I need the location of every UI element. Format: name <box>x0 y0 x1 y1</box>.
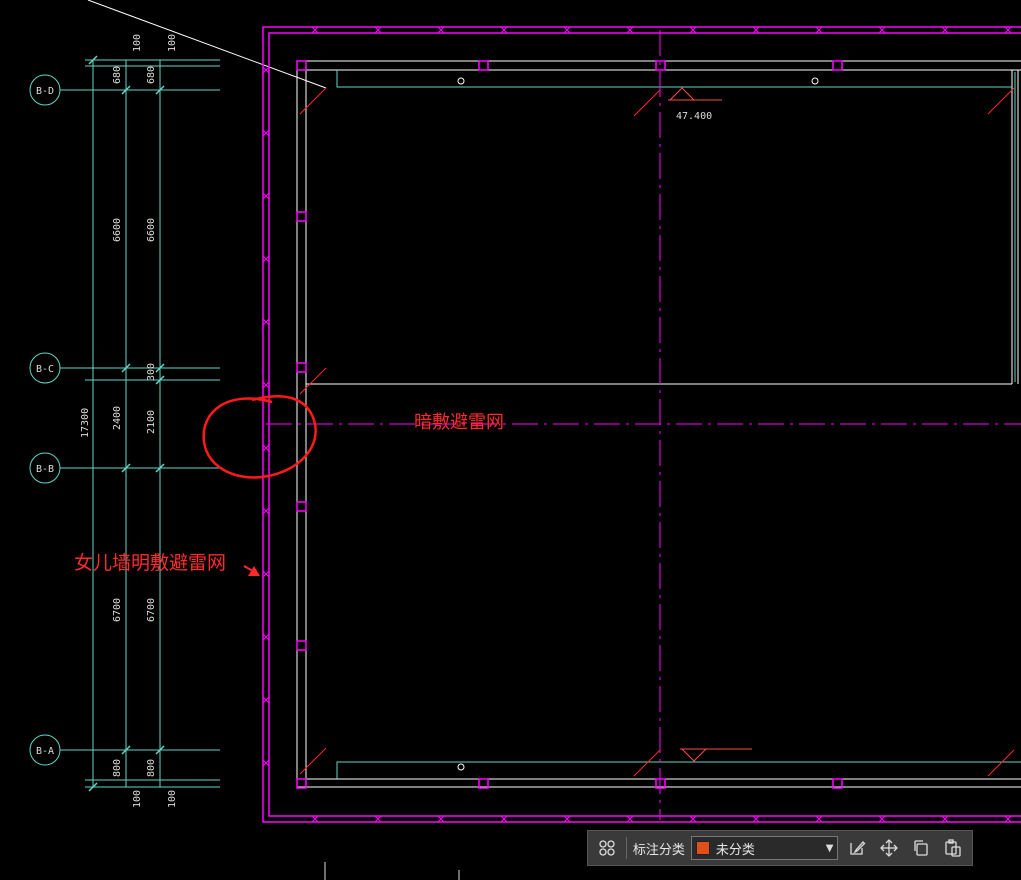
boundary-x-mark <box>1004 815 1012 823</box>
copy-icon[interactable] <box>908 835 934 861</box>
boundary-x-mark <box>374 815 382 823</box>
boundary-x-mark <box>262 507 270 515</box>
svg-text:17300: 17300 <box>80 408 91 438</box>
svg-text:2100: 2100 <box>146 410 157 434</box>
annotation-parapet-net: 女儿墙明敷避雷网 <box>74 552 226 574</box>
grid-bubble-bc: B-C <box>29 352 61 384</box>
svg-text:B-D: B-D <box>36 86 54 97</box>
svg-text:B-B: B-B <box>36 464 54 475</box>
annotation-arrow <box>243 565 260 576</box>
svg-text:6700: 6700 <box>146 598 157 622</box>
boundary-x-mark <box>262 570 270 578</box>
svg-text:100: 100 <box>132 34 143 52</box>
boundary-x-mark <box>262 696 270 704</box>
annotation-toolbar: 标注分类 未分类 ▼ <box>587 830 973 866</box>
boundary-x-mark <box>500 815 508 823</box>
svg-text:100: 100 <box>167 790 178 808</box>
boundary-x-mark <box>262 444 270 452</box>
grid-bubble-bb: B-B <box>29 452 61 484</box>
boundary-x-mark <box>878 815 886 823</box>
boundary-x-mark <box>1004 26 1012 34</box>
svg-text:680: 680 <box>112 66 123 84</box>
grid-bubble-bd: B-D <box>29 74 61 106</box>
category-label: 标注分类 <box>632 842 685 858</box>
boundary-x-mark <box>437 815 445 823</box>
boundary-x-mark <box>626 815 634 823</box>
svg-text:B-C: B-C <box>36 364 54 375</box>
boundary-x-mark <box>941 26 949 34</box>
category-color-swatch <box>695 841 710 855</box>
category-select-value: 未分类 <box>715 842 755 858</box>
grid-bubble-ba: B-A <box>29 734 61 766</box>
boundary-x-mark <box>262 381 270 389</box>
boundary-x-mark <box>941 815 949 823</box>
dimension-texts-outer: 100 680 6600 2400 6700 800 100 17300 <box>80 34 143 808</box>
svg-text:100: 100 <box>167 34 178 52</box>
svg-text:B-A: B-A <box>36 746 54 757</box>
boundary-x-mark <box>500 26 508 34</box>
markup-circle <box>202 395 317 479</box>
boundary-x-mark <box>262 759 270 767</box>
svg-text:2400: 2400 <box>112 406 123 430</box>
boundary-x-mark <box>815 815 823 823</box>
boundary-x-mark <box>374 26 382 34</box>
boundary-x-mark <box>262 129 270 137</box>
move-icon[interactable] <box>876 835 902 861</box>
svg-text:100: 100 <box>132 790 143 808</box>
boundary-x-mark <box>311 815 319 823</box>
boundary-x-mark <box>752 815 760 823</box>
boundary-x-mark <box>752 26 760 34</box>
boundary-x-mark <box>563 815 571 823</box>
boundary-x-mark <box>437 26 445 34</box>
dimension-texts-inner: 100 680 6600 300 2100 6700 800 100 <box>146 34 178 808</box>
svg-text:47.400: 47.400 <box>676 111 712 122</box>
boundary-x-mark <box>689 815 697 823</box>
boundary-x-mark <box>262 66 270 74</box>
hidden-lightning-net <box>266 30 1021 820</box>
annotation-hidden-net: 暗敷避雷网 <box>414 412 504 433</box>
edit-icon[interactable] <box>844 835 870 861</box>
svg-text:300: 300 <box>146 363 157 381</box>
boundary-x-mark <box>815 26 823 34</box>
svg-text:800: 800 <box>146 759 157 777</box>
boundary-x-mark <box>262 255 270 263</box>
boundary-x-mark <box>262 633 270 641</box>
boundary-x-mark <box>626 26 634 34</box>
paste-icon[interactable] <box>940 835 966 861</box>
svg-text:800: 800 <box>112 759 123 777</box>
down-conductor-arrows <box>299 87 1015 777</box>
leader-line <box>87 0 327 89</box>
grid-icon[interactable] <box>594 835 620 861</box>
boundary-x-mark <box>262 318 270 326</box>
svg-text:680: 680 <box>146 66 157 84</box>
svg-text:6600: 6600 <box>146 218 157 242</box>
svg-text:6700: 6700 <box>112 598 123 622</box>
boundary-x-mark <box>878 26 886 34</box>
boundary-x-mark <box>689 26 697 34</box>
misc-lines <box>324 862 460 880</box>
boundary-x-mark <box>563 26 571 34</box>
cad-canvas[interactable]: B-D B-C B-B B-A 100 680 6600 2400 6700 8… <box>0 0 1021 880</box>
chevron-down-icon: ▼ <box>825 842 834 854</box>
toolbar-separator <box>625 837 627 859</box>
boundary-x-mark <box>262 192 270 200</box>
svg-text:6600: 6600 <box>112 218 123 242</box>
category-select[interactable]: 未分类 ▼ <box>690 836 839 860</box>
boundary-x-mark <box>311 26 319 34</box>
